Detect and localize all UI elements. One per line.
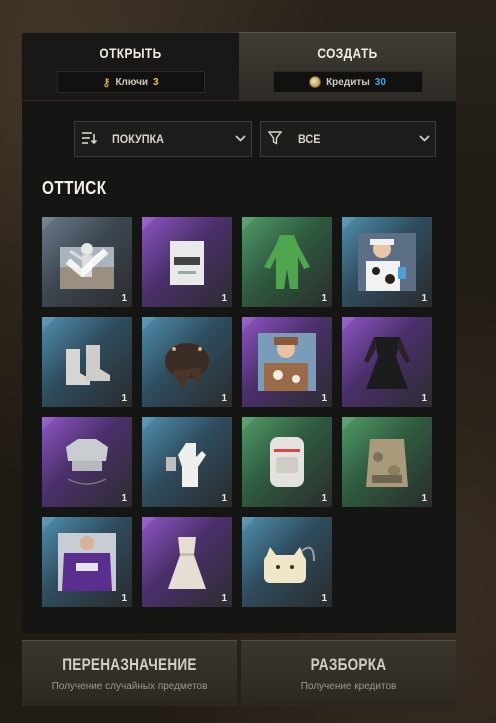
item-slot-white-dress[interactable]: 1: [142, 517, 232, 607]
white-dress-icon: [168, 537, 206, 589]
item-slot-chrome-crop-top[interactable]: 1: [42, 417, 132, 507]
purple-hoodie-icon: [58, 533, 116, 591]
chevron-down-icon: [229, 133, 251, 145]
filter-funnel-icon: [261, 130, 289, 148]
item-slot-emote-skin[interactable]: 1: [42, 217, 132, 307]
item-slot-white-helmet[interactable]: 1: [142, 217, 232, 307]
item-count: 1: [321, 593, 327, 604]
black-dress-icon: [364, 337, 410, 389]
camo-vest-icon: [366, 439, 408, 487]
dismantle-subtitle: Получение кредитов: [300, 681, 397, 692]
item-count: 1: [221, 293, 227, 304]
green-onesie-icon: [264, 235, 310, 289]
credit-coin-icon: [309, 76, 322, 88]
cat-bag-icon: [264, 546, 315, 583]
item-slot-purple-hoodie[interactable]: 1: [42, 517, 132, 607]
reassign-subtitle: Получение случайных предметов: [51, 681, 208, 692]
item-slot-white-backpack[interactable]: 1: [242, 417, 332, 507]
reassign-button[interactable]: ПЕРЕНАЗНАЧЕНИЕ Получение случайных предм…: [22, 640, 237, 706]
item-count: 1: [421, 493, 427, 504]
type-filter-value: ВСЕ: [298, 132, 321, 146]
item-count: 1: [221, 593, 227, 604]
chevron-down-icon: [413, 133, 435, 145]
reassign-title: ПЕРЕНАЗНАЧЕНИЕ: [62, 655, 197, 674]
chrome-crop-top-icon: [66, 439, 108, 485]
white-gloves-icon: [166, 443, 206, 487]
cow-print-outfit-icon: [358, 233, 416, 291]
sort-value: ПОКУПКА: [112, 132, 164, 146]
credits-count: 30: [374, 76, 386, 88]
item-count: 1: [221, 493, 227, 504]
key-icon: ⚷: [102, 76, 111, 89]
keys-count: 3: [153, 76, 159, 88]
sort-icon: [75, 131, 103, 148]
sort-dropdown[interactable]: ПОКУПКА: [74, 121, 252, 157]
tab-open-label: ОТКРЫТЬ: [99, 45, 162, 61]
credits-label: Кредиты: [326, 76, 370, 88]
item-count: 1: [321, 393, 327, 404]
checkmark-icon: [65, 248, 109, 277]
item-count: 1: [421, 293, 427, 304]
tab-bar: ОТКРЫТЬ ⚷ Ключи 3 СОЗДАТЬ Кредиты 30: [22, 32, 456, 100]
item-count: 1: [421, 393, 427, 404]
item-slot-spiked-helmet[interactable]: 1: [142, 317, 232, 407]
item-grid: 1 1 1 1 1 1 1 1 1 1 1 1 1 1 1: [42, 217, 434, 607]
action-bar: ПЕРЕНАЗНАЧЕНИЕ Получение случайных предм…: [22, 640, 456, 706]
item-count: 1: [121, 493, 127, 504]
keys-label: Ключи: [115, 76, 149, 88]
tab-create[interactable]: СОЗДАТЬ Кредиты 30: [239, 32, 456, 100]
item-count: 1: [121, 293, 127, 304]
item-slot-brown-fur-outfit[interactable]: 1: [242, 317, 332, 407]
white-helmet-icon: [170, 241, 204, 285]
item-count: 1: [321, 293, 327, 304]
create-panel: ПОКУПКА ВСЕ ОТТИСК 1 1 1 1 1 1 1 1 1 1 1 1 1 1 1: [22, 100, 456, 633]
item-slot-cat-bag[interactable]: 1: [242, 517, 332, 607]
section-title: ОТТИСК: [42, 178, 107, 198]
item-slot-black-dress[interactable]: 1: [342, 317, 432, 407]
item-count: 1: [121, 593, 127, 604]
item-count: 1: [221, 393, 227, 404]
item-slot-white-gloves[interactable]: 1: [142, 417, 232, 507]
dismantle-button[interactable]: РАЗБОРКА Получение кредитов: [241, 640, 456, 706]
white-boots-icon: [66, 345, 110, 385]
item-slot-green-onesie[interactable]: 1: [242, 217, 332, 307]
spiked-helmet-icon: [165, 343, 209, 389]
keys-balance: ⚷ Ключи 3: [56, 71, 205, 93]
item-slot-camo-vest[interactable]: 1: [342, 417, 432, 507]
item-slot-cow-print-outfit[interactable]: 1: [342, 217, 432, 307]
tab-open[interactable]: ОТКРЫТЬ ⚷ Ключи 3: [22, 32, 239, 100]
item-slot-white-boots[interactable]: 1: [42, 317, 132, 407]
tab-create-label: СОЗДАТЬ: [317, 45, 378, 61]
white-backpack-icon: [270, 437, 304, 487]
item-count: 1: [121, 393, 127, 404]
item-count: 1: [321, 493, 327, 504]
dismantle-title: РАЗБОРКА: [310, 655, 387, 674]
credits-balance: Кредиты 30: [272, 71, 423, 93]
brown-fur-outfit-icon: [258, 333, 316, 391]
type-filter-dropdown[interactable]: ВСЕ: [260, 121, 436, 157]
